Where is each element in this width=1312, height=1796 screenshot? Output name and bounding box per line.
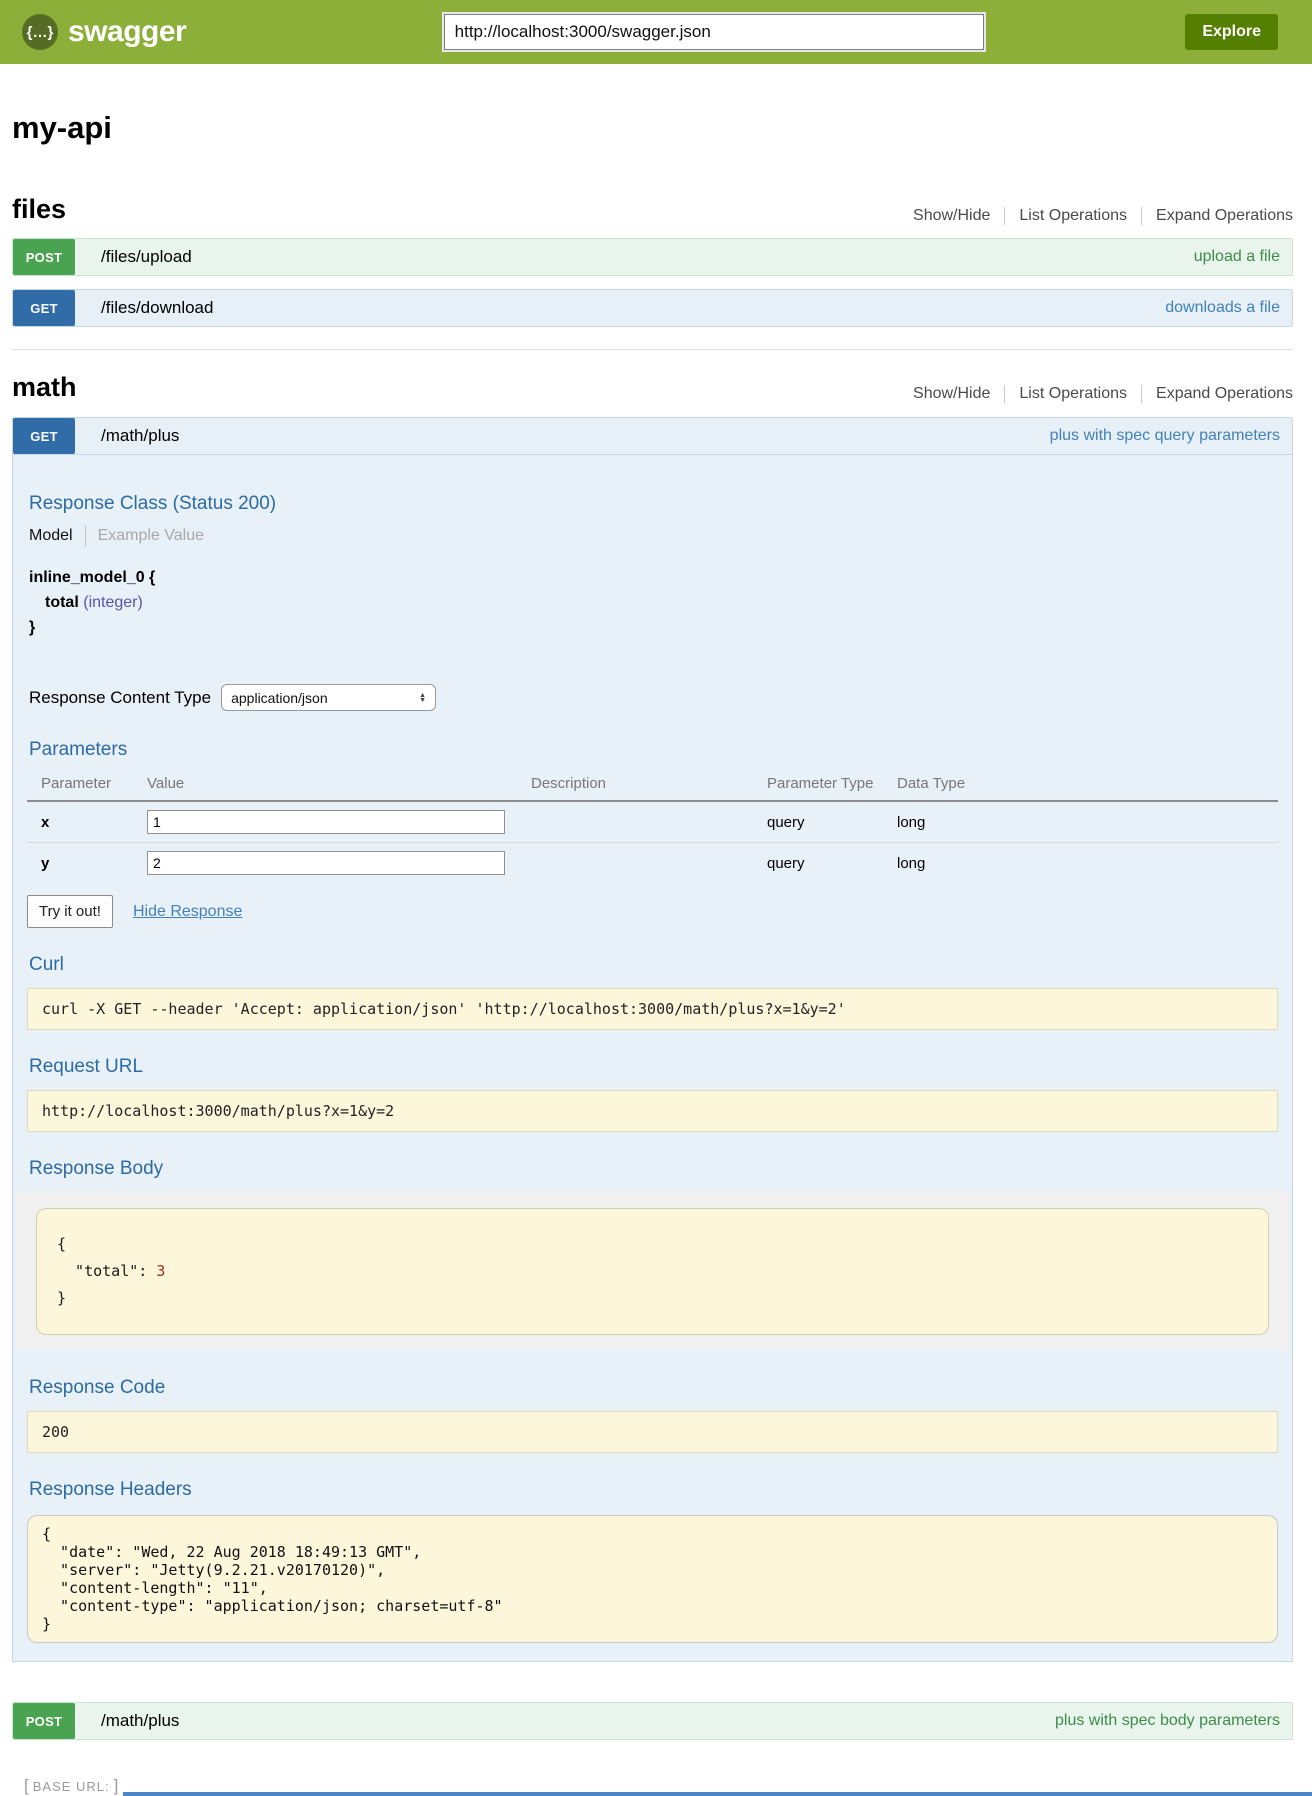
files-section-header: files Show/Hide List Operations Expand O… bbox=[12, 194, 1293, 225]
col-value: Value bbox=[147, 775, 531, 792]
model-property: total (integer) bbox=[45, 590, 1276, 615]
get-method-badge: GET bbox=[13, 418, 75, 454]
operation-summary-link[interactable]: upload a file bbox=[1194, 248, 1280, 266]
parameter-x-input[interactable] bbox=[147, 810, 505, 834]
col-data-type: Data Type bbox=[897, 775, 1278, 792]
parameters-table-header: Parameter Value Description Parameter Ty… bbox=[27, 769, 1278, 802]
response-body-json: { "total": 3 } bbox=[36, 1208, 1269, 1335]
try-it-out-button[interactable]: Try it out! bbox=[27, 895, 113, 928]
response-headers-heading: Response Headers bbox=[29, 1479, 1276, 1501]
request-url-heading: Request URL bbox=[29, 1056, 1276, 1078]
json-key: "total" bbox=[57, 1262, 138, 1280]
response-code-value: 200 bbox=[27, 1411, 1278, 1453]
model-close-brace: } bbox=[29, 615, 1276, 640]
operation-row-post-files-upload[interactable]: POST /files/upload upload a file bbox=[12, 238, 1293, 276]
math-section-title[interactable]: math bbox=[12, 372, 77, 403]
json-total-line: "total": 3 bbox=[57, 1258, 1248, 1285]
parameter-name: y bbox=[27, 855, 147, 872]
footer-close-bracket: ] bbox=[114, 1776, 119, 1796]
response-code-heading: Response Code bbox=[29, 1377, 1276, 1399]
tab-model[interactable]: Model bbox=[29, 527, 85, 545]
parameter-type: query bbox=[767, 855, 897, 872]
operation-row-get-math-plus[interactable]: GET /math/plus plus with spec query para… bbox=[12, 417, 1293, 455]
swagger-url-input[interactable] bbox=[444, 14, 984, 50]
operation-summary-link[interactable]: plus with spec body parameters bbox=[1055, 1712, 1280, 1730]
request-url-value: http://localhost:3000/math/plus?x=1&y=2 bbox=[27, 1090, 1278, 1132]
expand-operations-link[interactable]: Expand Operations bbox=[1141, 207, 1293, 225]
base-url-label: BASE URL: bbox=[33, 1779, 110, 1794]
model-property-type: (integer) bbox=[83, 594, 143, 611]
try-row: Try it out! Hide Response bbox=[27, 895, 1278, 928]
response-content-type-row: Response Content Type application/json ▲… bbox=[29, 684, 1276, 711]
page-title: my-api bbox=[12, 110, 1293, 146]
json-colon: : bbox=[138, 1262, 156, 1280]
parameter-y-input[interactable] bbox=[147, 851, 505, 875]
files-section-title[interactable]: files bbox=[12, 194, 66, 225]
model-property-name: total bbox=[45, 594, 79, 611]
tab-example-value[interactable]: Example Value bbox=[86, 527, 204, 545]
top-bar: {…} swagger Explore bbox=[0, 0, 1312, 64]
expand-operations-link[interactable]: Expand Operations bbox=[1141, 385, 1293, 403]
parameters-heading: Parameters bbox=[29, 739, 1276, 761]
swagger-logo-text: swagger bbox=[68, 15, 186, 49]
files-section-links: Show/Hide List Operations Expand Operati… bbox=[899, 207, 1293, 225]
swagger-logo-icon: {…} bbox=[22, 14, 58, 50]
response-headers-json: { "date": "Wed, 22 Aug 2018 18:49:13 GMT… bbox=[27, 1515, 1278, 1643]
list-operations-link[interactable]: List Operations bbox=[1004, 207, 1141, 225]
model-name: inline_model_0 { bbox=[29, 565, 1276, 590]
json-open-brace: { bbox=[57, 1231, 1248, 1258]
hide-response-link[interactable]: Hide Response bbox=[133, 903, 242, 921]
parameter-type: query bbox=[767, 814, 897, 831]
json-number-value: 3 bbox=[156, 1262, 165, 1280]
response-body-heading: Response Body bbox=[29, 1158, 1276, 1180]
get-method-badge: GET bbox=[13, 290, 75, 326]
col-description: Description bbox=[531, 775, 767, 792]
response-class-heading: Response Class (Status 200) bbox=[29, 455, 1276, 515]
operation-summary-link[interactable]: downloads a file bbox=[1165, 299, 1280, 317]
post-method-badge: POST bbox=[13, 239, 75, 275]
operation-row-get-files-download[interactable]: GET /files/download downloads a file bbox=[12, 289, 1293, 327]
section-divider bbox=[12, 349, 1293, 350]
json-close-brace: } bbox=[57, 1285, 1248, 1312]
explore-button[interactable]: Explore bbox=[1185, 14, 1278, 50]
bottom-edge-bar bbox=[123, 1792, 1312, 1796]
operation-path-link[interactable]: /files/upload bbox=[101, 247, 192, 267]
response-content-type-select[interactable]: application/json ▲▼ bbox=[221, 684, 436, 711]
parameter-name: x bbox=[27, 814, 147, 831]
model-signature: inline_model_0 { total (integer) } bbox=[29, 565, 1276, 640]
operation-expanded-content: Response Class (Status 200) Model Exampl… bbox=[12, 455, 1293, 1662]
col-parameter: Parameter bbox=[27, 775, 147, 792]
post-method-badge: POST bbox=[13, 1703, 75, 1739]
curl-heading: Curl bbox=[29, 954, 1276, 976]
operation-path-link[interactable]: /math/plus bbox=[101, 1711, 179, 1731]
list-operations-link[interactable]: List Operations bbox=[1004, 385, 1141, 403]
parameter-row-x: x query long bbox=[27, 802, 1278, 842]
curl-command: curl -X GET --header 'Accept: applicatio… bbox=[27, 988, 1278, 1030]
selected-content-type: application/json bbox=[231, 690, 328, 706]
col-parameter-type: Parameter Type bbox=[767, 775, 897, 792]
show-hide-link[interactable]: Show/Hide bbox=[899, 207, 1004, 225]
select-arrows-icon: ▲▼ bbox=[419, 693, 426, 703]
response-body-container: { "total": 3 } bbox=[16, 1192, 1289, 1351]
show-hide-link[interactable]: Show/Hide bbox=[899, 385, 1004, 403]
response-class-tabs: Model Example Value bbox=[29, 525, 1276, 547]
data-type: long bbox=[897, 814, 1278, 831]
swagger-logo: {…} swagger bbox=[22, 14, 242, 50]
math-section-header: math Show/Hide List Operations Expand Op… bbox=[12, 372, 1293, 403]
response-content-type-label: Response Content Type bbox=[29, 688, 211, 708]
operation-path-link[interactable]: /files/download bbox=[101, 298, 213, 318]
data-type: long bbox=[897, 855, 1278, 872]
operation-path-link[interactable]: /math/plus bbox=[101, 426, 179, 446]
parameter-row-y: y query long bbox=[27, 842, 1278, 883]
parameters-table: Parameter Value Description Parameter Ty… bbox=[27, 769, 1278, 883]
operation-summary-link[interactable]: plus with spec query parameters bbox=[1050, 427, 1280, 445]
footer-open-bracket: [ bbox=[24, 1776, 29, 1796]
operation-row-post-math-plus[interactable]: POST /math/plus plus with spec body para… bbox=[12, 1702, 1293, 1740]
math-section-links: Show/Hide List Operations Expand Operati… bbox=[899, 385, 1293, 403]
